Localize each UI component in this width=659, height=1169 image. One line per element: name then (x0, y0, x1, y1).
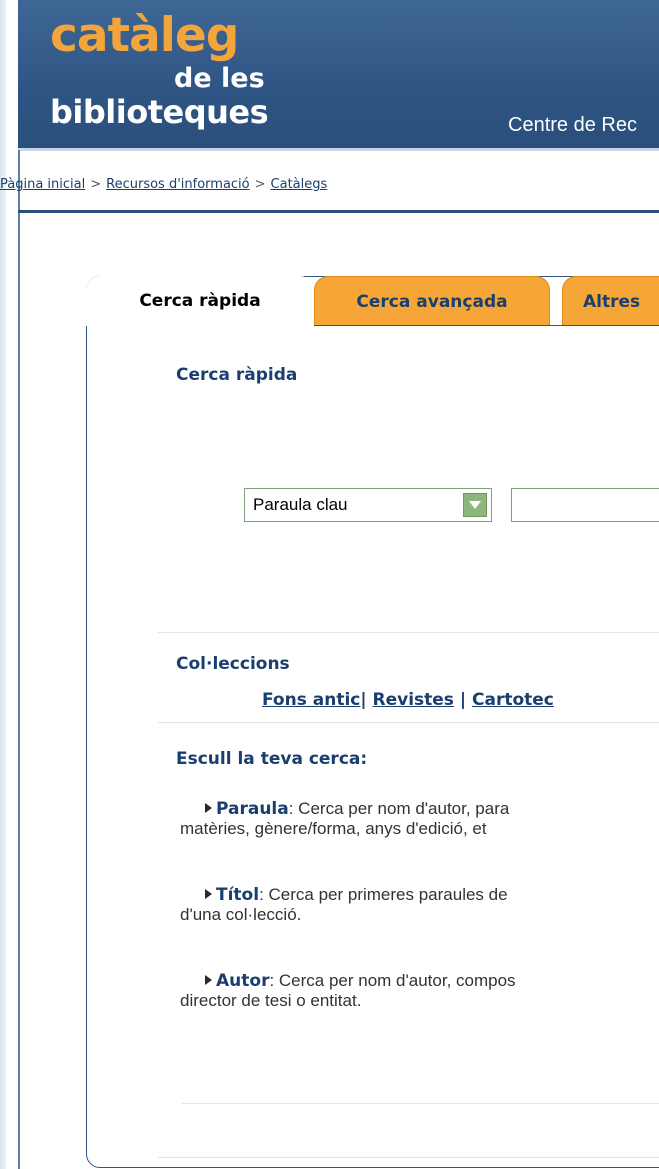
collection-separator: | (459, 690, 467, 710)
tab-quick-search[interactable]: Cerca ràpida (86, 276, 314, 326)
header-divider (18, 148, 659, 151)
logo-line-2[interactable]: de les (174, 64, 265, 94)
help-text: : Cerca per nom d'autor, para (288, 799, 510, 818)
collections-title: Col·leccions (176, 654, 290, 674)
left-border (0, 0, 6, 1169)
help-text: director de tesi o entitat. (180, 991, 362, 1010)
help-text: : Cerca per primeres paraules de (259, 885, 508, 904)
help-item-titol: Títol: Cerca per primeres paraules de d'… (180, 885, 659, 925)
triangle-right-icon (205, 803, 212, 813)
breadcrumb-home-link[interactable]: Pàgina inicial (0, 177, 85, 192)
search-field-select-value: Paraula clau (253, 495, 348, 514)
breadcrumb-resources-link[interactable]: Recursos d'informació (106, 177, 249, 192)
collections-links: Fons antic| Revistes | Cartotec (262, 690, 554, 710)
tab-others[interactable]: Altres (562, 276, 659, 326)
content-left-border (18, 150, 20, 1169)
collection-separator: | (360, 690, 367, 710)
chevron-down-icon[interactable] (463, 493, 487, 517)
help-keyword: Paraula (216, 799, 289, 819)
search-input[interactable] (511, 488, 659, 522)
quick-search-title: Cerca ràpida (176, 365, 298, 385)
help-text: d'una col·lecció. (180, 905, 302, 924)
tab-advanced-search[interactable]: Cerca avançada (314, 276, 550, 326)
divider (182, 1103, 659, 1104)
help-keyword: Autor (216, 971, 270, 991)
help-title: Escull la teva cerca: (176, 749, 368, 769)
breadcrumb-rule (18, 210, 659, 213)
help-text: : Cerca per nom d'autor, compos (269, 971, 516, 990)
triangle-right-icon (205, 889, 212, 899)
help-keyword: Títol (216, 885, 260, 905)
divider (158, 722, 659, 723)
search-field-select[interactable]: Paraula clau (244, 488, 492, 522)
tab-underline (314, 325, 659, 326)
page: catàleg de les biblioteques Centre de Re… (0, 0, 659, 1169)
collection-link-fons-antic[interactable]: Fons antic (262, 690, 360, 710)
logo-line-3[interactable]: biblioteques (50, 93, 269, 131)
collection-link-cartoteca[interactable]: Cartotec (472, 690, 554, 710)
triangle-right-icon (205, 975, 212, 985)
divider (158, 1157, 659, 1158)
help-text: matèries, gènere/forma, anys d'edició, e… (180, 819, 487, 838)
breadcrumb-separator: > (254, 177, 266, 192)
divider (158, 632, 659, 633)
breadcrumb-separator: > (90, 177, 102, 192)
logo-line-1[interactable]: catàleg (50, 8, 239, 64)
breadcrumb: Pàgina inicial > Recursos d'informació > Cat… (0, 177, 327, 197)
collection-link-revistes[interactable]: Revistes (373, 690, 454, 710)
help-item-paraula: Paraula: Cerca per nom d'autor, para mat… (180, 799, 659, 839)
breadcrumb-catalogs-link[interactable]: Catàlegs (271, 177, 328, 192)
centre-name: Centre de Rec (508, 114, 637, 136)
help-item-autor: Autor: Cerca per nom d'autor, compos dir… (180, 971, 659, 1011)
